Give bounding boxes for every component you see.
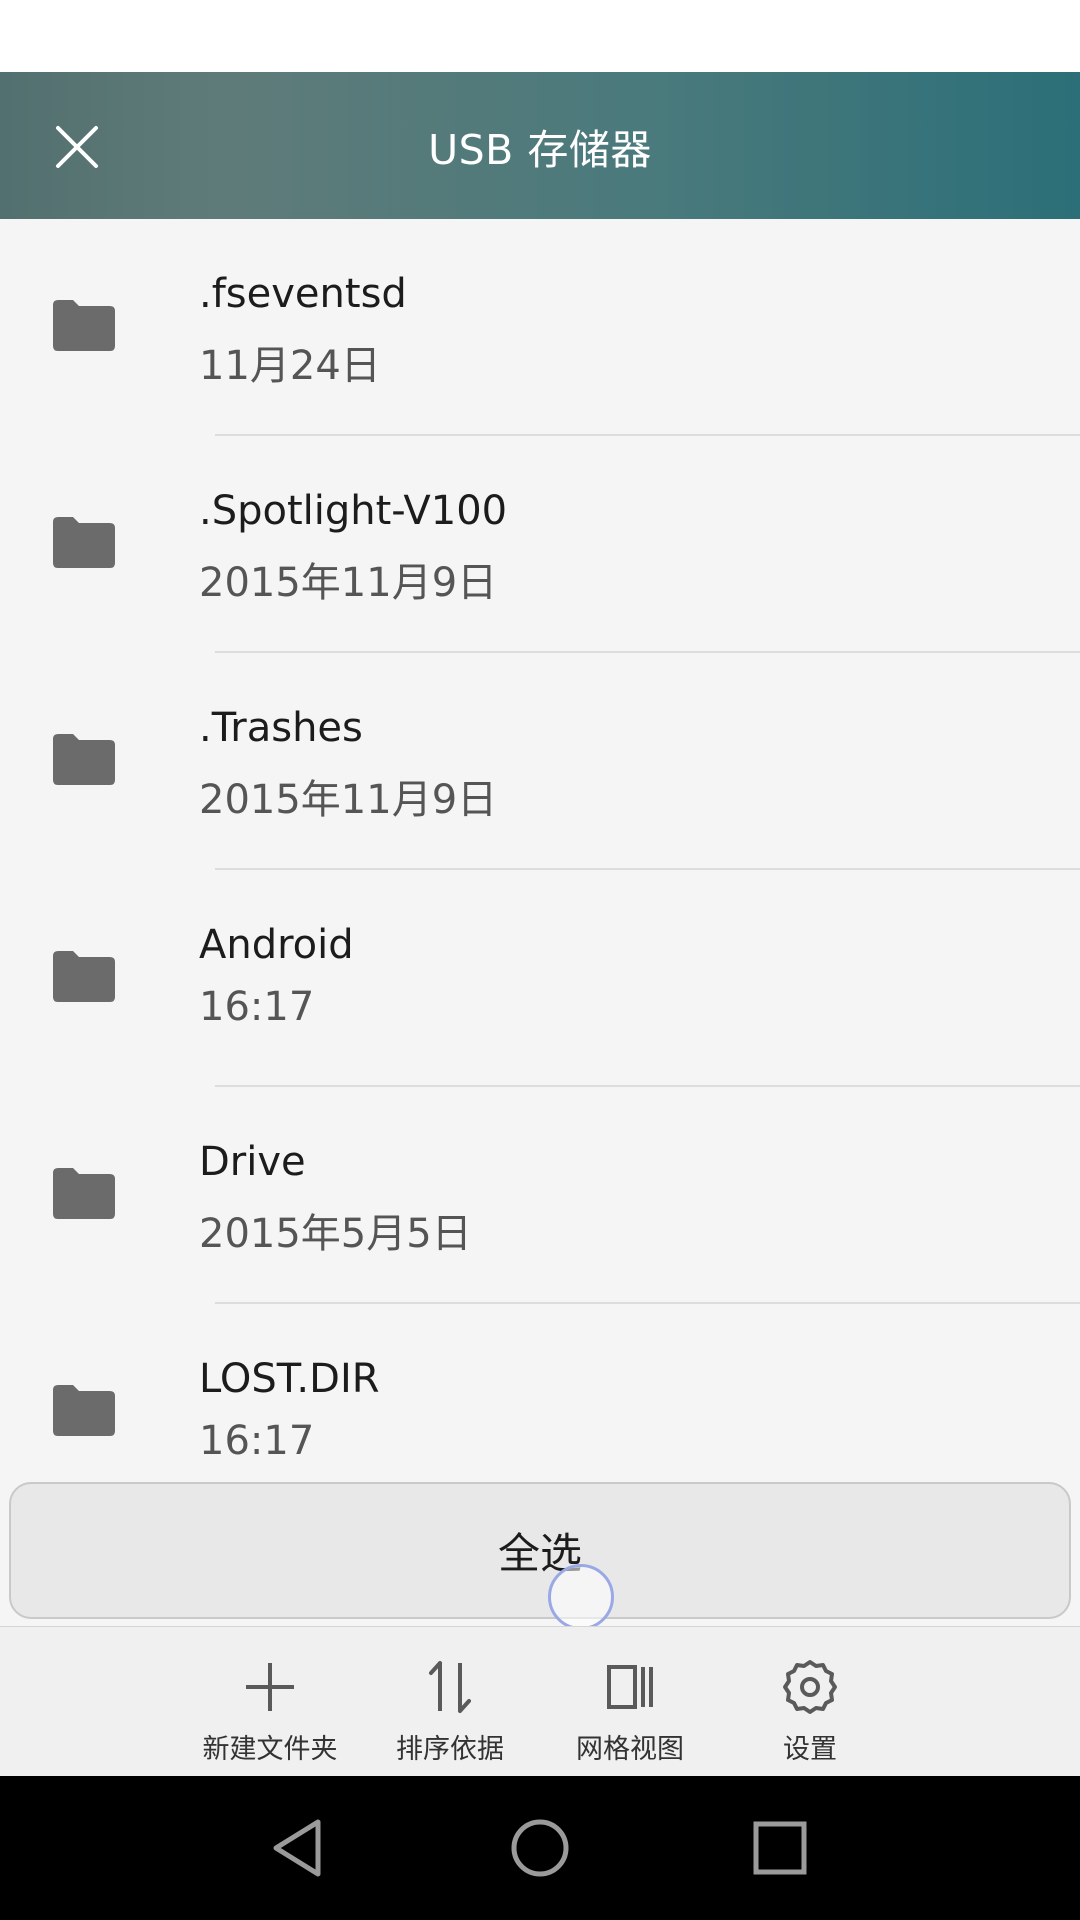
new-folder-button[interactable]: 新建文件夹: [185, 1627, 355, 1777]
title-bar: USB 存储器: [0, 72, 1080, 219]
grid-view-icon: [607, 1665, 653, 1709]
navigation-bar: [0, 1776, 1080, 1920]
file-row[interactable]: .Spotlight-V100 2015年11月9日: [0, 436, 1080, 653]
touch-indicator: [548, 1564, 614, 1630]
file-name: .fseventsd: [199, 271, 407, 317]
page-title: USB 存储器: [428, 125, 652, 174]
select-all-area: 全选: [0, 1474, 1080, 1626]
close-icon: [56, 126, 98, 168]
file-name: Android: [199, 922, 354, 968]
folder-icon: [53, 300, 115, 351]
folder-icon: [53, 517, 115, 568]
status-bar: [0, 0, 1080, 72]
file-name: .Spotlight-V100: [199, 488, 508, 534]
home-icon: [511, 1819, 569, 1877]
recents-icon: [753, 1821, 807, 1875]
bottom-toolbar: 新建文件夹 排序依据 网格视图 设置: [0, 1626, 1080, 1776]
file-list[interactable]: .fseventsd 11月24日 .Spotlight-V100 2015年1…: [0, 219, 1080, 1474]
file-name: .Trashes: [199, 705, 363, 751]
file-row[interactable]: .fseventsd 11月24日: [0, 219, 1080, 436]
file-name: LOST.DIR: [199, 1356, 380, 1402]
file-date: 2015年11月9日: [199, 560, 498, 606]
back-icon: [273, 1819, 321, 1877]
folder-icon: [53, 1385, 115, 1436]
close-button[interactable]: [42, 112, 112, 182]
grid-view-button[interactable]: 网格视图: [545, 1627, 715, 1777]
home-button[interactable]: [500, 1808, 580, 1888]
grid-view-label: 网格视图: [576, 1734, 684, 1765]
file-name: Drive: [199, 1139, 306, 1185]
file-date: 11月24日: [199, 343, 381, 389]
folder-icon: [53, 734, 115, 785]
file-date: 2015年5月5日: [199, 1211, 472, 1257]
file-date: 2015年11月9日: [199, 777, 498, 823]
select-all-button[interactable]: 全选: [9, 1482, 1071, 1619]
sort-icon: [429, 1661, 471, 1713]
file-date: 16:17: [199, 1418, 315, 1464]
recents-button[interactable]: [740, 1808, 820, 1888]
settings-label: 设置: [783, 1734, 837, 1765]
file-row[interactable]: LOST.DIR 16:17: [0, 1304, 1080, 1474]
sort-label: 排序依据: [396, 1734, 504, 1765]
folder-icon: [53, 951, 115, 1002]
file-row[interactable]: Drive 2015年5月5日: [0, 1087, 1080, 1304]
back-button[interactable]: [260, 1808, 340, 1888]
settings-button[interactable]: 设置: [725, 1627, 895, 1777]
file-row[interactable]: .Trashes 2015年11月9日: [0, 653, 1080, 870]
folder-icon: [53, 1168, 115, 1219]
file-date: 16:17: [199, 984, 315, 1030]
file-row[interactable]: Android 16:17: [0, 870, 1080, 1087]
sort-button[interactable]: 排序依据: [365, 1627, 535, 1777]
plus-icon: [246, 1663, 294, 1711]
new-folder-label: 新建文件夹: [202, 1734, 338, 1765]
gear-icon: [783, 1660, 837, 1714]
